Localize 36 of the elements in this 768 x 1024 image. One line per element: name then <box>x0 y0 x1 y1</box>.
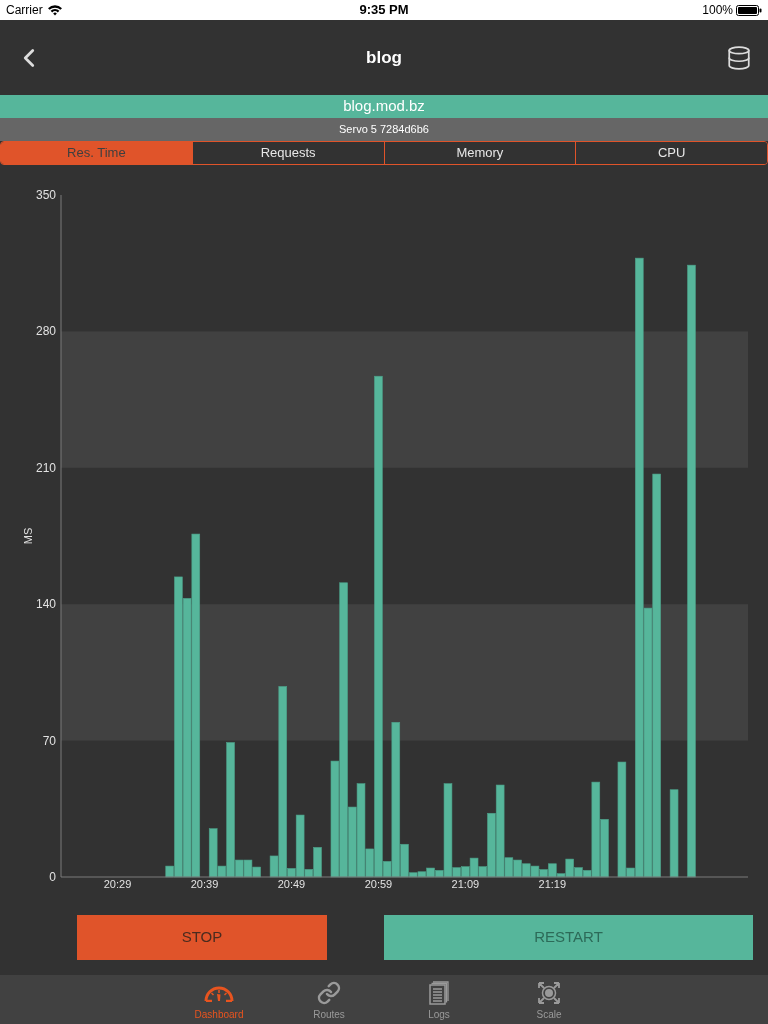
document-stack-icon <box>429 981 449 1005</box>
chart-bar <box>513 859 522 878</box>
x-tick-label: 20:59 <box>364 878 393 890</box>
gauge-icon <box>204 984 234 1002</box>
x-tick-label: 21:19 <box>538 878 567 890</box>
instance-bar: Servo 5 7284d6b6 <box>0 118 768 141</box>
x-tick-label: 20:29 <box>103 878 132 890</box>
y-tick-label: 140 <box>35 597 56 612</box>
battery-icon <box>736 4 762 16</box>
tab-bar-item[interactable]: Logs <box>384 975 494 1024</box>
metric-tab[interactable]: CPU <box>575 142 767 164</box>
x-tick-label: 20:39 <box>190 878 219 890</box>
x-tick-label: 20:49 <box>277 878 306 890</box>
battery-percent: 100% <box>702 2 733 19</box>
stop-button[interactable]: STOP <box>77 915 327 960</box>
link-icon <box>317 981 341 1005</box>
page-title: blog <box>366 46 402 69</box>
chart-bar <box>522 863 531 878</box>
x-tick-label: 21:09 <box>451 878 480 890</box>
wifi-icon <box>46 4 63 16</box>
app-domain-bar: blog.mod.bz <box>0 95 768 118</box>
restart-button[interactable]: RESTART <box>384 915 753 960</box>
database-icon <box>726 44 752 71</box>
tab-bar-item[interactable]: Scale <box>494 975 604 1024</box>
tab-bar-item[interactable]: Dashboard <box>164 975 274 1024</box>
expand-arrows-icon <box>537 981 561 1005</box>
metric-tab[interactable]: Res. Time <box>1 142 192 164</box>
y-tick-label: 350 <box>35 188 56 202</box>
clock-time: 9:35 PM <box>359 1 409 20</box>
y-tick-label: 280 <box>35 324 56 339</box>
y-tick-label: 70 <box>42 733 56 748</box>
y-tick-label: 0 <box>49 870 56 884</box>
tab-bar-item[interactable]: Routes <box>274 975 384 1024</box>
carrier-name: Carrier <box>6 2 43 19</box>
y-axis-title: MS <box>22 527 34 545</box>
y-tick-label: 210 <box>35 460 56 475</box>
